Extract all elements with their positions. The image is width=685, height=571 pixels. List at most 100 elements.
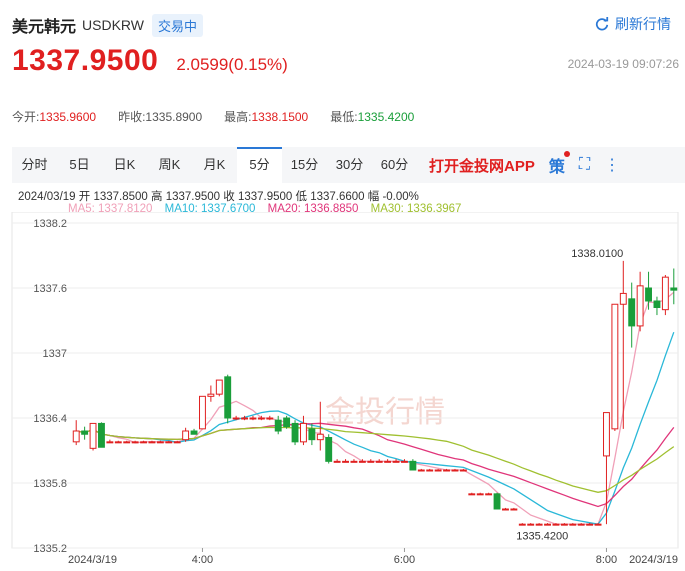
- refresh-label: 刷新行情: [615, 16, 671, 32]
- candle-body: [131, 441, 139, 444]
- candle-body: [510, 508, 518, 511]
- y-tick-label: 1338.2: [33, 218, 67, 230]
- candle-body: [199, 395, 206, 430]
- candle-body: [333, 460, 341, 463]
- fullscreen-icon[interactable]: ⛶: [579, 156, 590, 174]
- candle-body: [241, 417, 248, 420]
- candle-body: [619, 292, 627, 305]
- tab-monthly-k[interactable]: 月K: [192, 147, 237, 183]
- candle-body: [148, 441, 156, 444]
- strategy-button[interactable]: 策: [549, 151, 570, 177]
- y-tick-label: 1335.2: [33, 543, 67, 555]
- instrument-code: USDKRW: [82, 17, 144, 33]
- x-tick-label: 2024/3/19: [629, 554, 678, 566]
- stats-row: 今开:1335.9600 昨收:1335.8900 最高:1338.1500 最…: [12, 108, 436, 125]
- more-icon[interactable]: ⋮: [604, 155, 620, 175]
- candle-body: [182, 430, 190, 441]
- tab-5min[interactable]: 5分: [237, 147, 282, 183]
- current-price: 1337.9500: [12, 44, 159, 77]
- candle-body: [367, 460, 375, 463]
- stat-prev-close: 昨收:1335.8900: [118, 110, 203, 124]
- ohlc-readout: 2024/03/19 开 1337.8500 高 1337.9500 收 133…: [18, 191, 419, 203]
- candle-body: [114, 441, 122, 444]
- candle-body: [451, 469, 459, 472]
- instrument-name: 美元韩元: [12, 19, 77, 36]
- candle-body: [350, 460, 358, 463]
- y-tick-label: 1335.8: [33, 478, 67, 490]
- candle-body: [502, 508, 509, 511]
- tab-5day[interactable]: 5日: [57, 147, 102, 183]
- candle-body: [300, 422, 307, 443]
- candle-body: [249, 417, 257, 420]
- candle-body: [375, 460, 383, 463]
- candle-body: [384, 460, 392, 463]
- tab-15min[interactable]: 15分: [282, 147, 327, 183]
- candle-body: [434, 469, 442, 472]
- candle-body: [215, 379, 223, 395]
- candle-body: [316, 433, 324, 441]
- max-price-label: 1338.0100: [571, 248, 623, 260]
- ma20-line: [76, 422, 675, 508]
- period-tabs: 分时 5日 日K 周K 月K 5分 15分 30分 60分 打开金投网APP 策…: [12, 147, 685, 183]
- candlestick-chart[interactable]: 金投行情1338.21337.613371336.41335.81335.220…: [0, 212, 685, 571]
- tab-60min[interactable]: 60分: [372, 147, 417, 183]
- refresh-button[interactable]: 刷新行情: [595, 14, 671, 34]
- stat-high: 最高:1338.1500: [224, 110, 309, 124]
- x-tick-label: 2024/3/19: [68, 554, 117, 566]
- candle-body: [266, 417, 274, 420]
- candle-body: [257, 417, 265, 420]
- candle-body: [409, 460, 417, 471]
- candle-body: [401, 460, 408, 463]
- y-tick-label: 1337.6: [33, 283, 67, 295]
- candle-body: [207, 393, 215, 397]
- candle-body: [358, 460, 366, 463]
- candle-body: [459, 469, 467, 472]
- candle-body: [577, 523, 585, 526]
- candle-body: [106, 441, 114, 444]
- candle-body: [653, 300, 661, 308]
- candle-body: [165, 441, 173, 444]
- tab-daily-k[interactable]: 日K: [102, 147, 147, 183]
- candle-body: [190, 430, 198, 435]
- candle-body: [476, 493, 484, 496]
- notification-dot: [563, 151, 570, 157]
- min-price-label: 1335.4200: [516, 530, 568, 542]
- candle-body: [291, 422, 299, 443]
- candle-body: [535, 523, 543, 526]
- candle-body: [594, 523, 602, 526]
- candle-body: [670, 287, 678, 291]
- candle-body: [586, 523, 594, 526]
- tab-weekly-k[interactable]: 周K: [147, 147, 192, 183]
- candle-body: [156, 441, 164, 444]
- candle-body: [661, 276, 669, 311]
- candle-body: [468, 493, 476, 496]
- quote-timestamp: 2024-03-19 09:07:26: [567, 57, 679, 71]
- x-tick-label: 8:00: [596, 554, 617, 566]
- open-app-link[interactable]: 打开金投网APP: [429, 155, 535, 176]
- candle-body: [325, 437, 333, 462]
- tab-30min[interactable]: 30分: [327, 147, 372, 183]
- candle-body: [636, 285, 644, 327]
- price-row: 1337.9500 2.0599(0.15%): [12, 44, 288, 84]
- candle-body: [392, 460, 400, 463]
- candle-body: [283, 417, 291, 428]
- candle-body: [72, 430, 80, 443]
- stat-open: 今开:1335.9600: [12, 110, 97, 124]
- candle-body: [89, 422, 97, 449]
- candle-body: [611, 303, 619, 430]
- candle-body: [560, 523, 568, 526]
- candle-body: [224, 376, 232, 419]
- candle-body: [603, 412, 610, 457]
- tab-intraday[interactable]: 分时: [12, 147, 57, 183]
- candle-body: [232, 417, 240, 420]
- candle-body: [628, 298, 636, 327]
- candle-body: [552, 523, 560, 526]
- instrument-header: 美元韩元 USDKRW 交易中: [12, 12, 203, 38]
- candle-body: [518, 523, 526, 526]
- candle-body: [308, 428, 316, 441]
- candle-body: [544, 523, 551, 526]
- x-tick-label: 4:00: [192, 554, 213, 566]
- candle-body: [173, 441, 181, 444]
- candle-body: [140, 441, 147, 444]
- candle-body: [485, 493, 493, 496]
